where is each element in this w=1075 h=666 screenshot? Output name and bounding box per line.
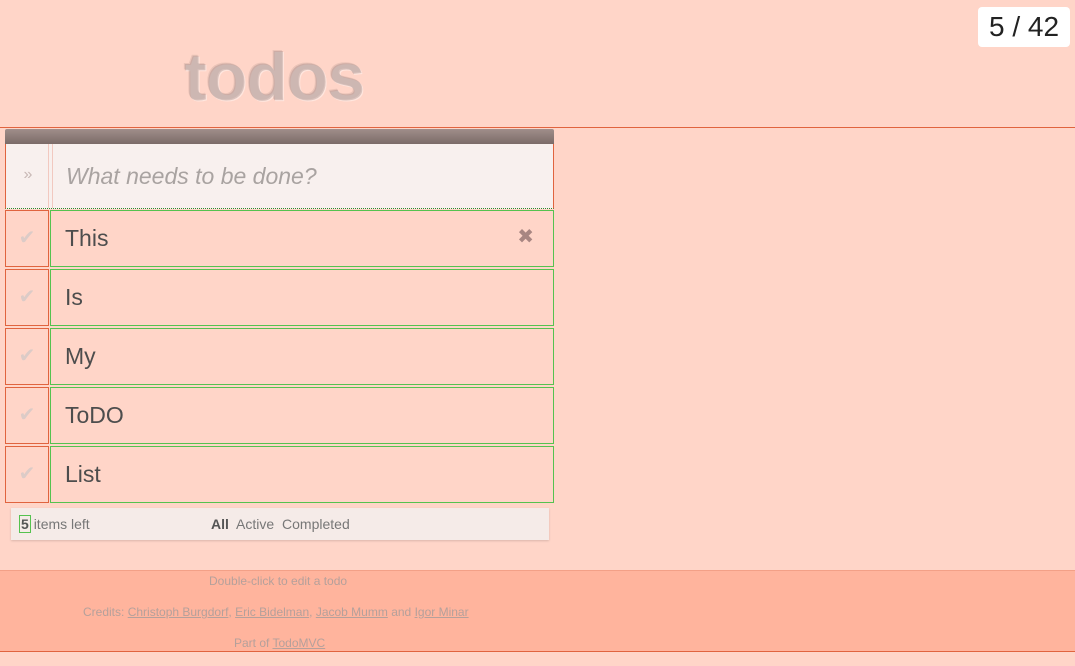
todo-item: ✔ My [5,327,554,386]
checkmark-icon[interactable]: ✔ [5,328,49,385]
filters: All Active Completed [211,516,354,532]
credit-link-igor-minar[interactable]: Igor Minar [415,605,469,619]
new-todo-row: » [5,144,554,209]
todo-label[interactable]: ToDO [50,387,554,444]
checkmark-icon[interactable]: ✔ [5,269,49,326]
todo-label[interactable]: This [50,210,554,267]
todo-label[interactable]: My [50,328,554,385]
new-todo-input[interactable] [60,144,540,208]
todo-item: ✔ Is [5,268,554,327]
credits-separator: , [309,605,313,619]
column-separator [48,144,53,208]
credits-prefix: Credits: [83,605,125,619]
todo-label[interactable]: List [50,446,554,503]
todo-count-number: 5 [19,515,31,533]
todo-count-suffix: items left [33,516,90,532]
double-chevron-down-icon[interactable]: » [18,162,38,188]
part-of-line: Part of TodoMVC [234,636,325,650]
todomvc-link[interactable]: TodoMVC [272,636,325,650]
todo-app: » ✔ This ✖ ✔ Is ✔ My ✔ ToDO ✔ List [5,129,554,504]
filter-all[interactable]: All [211,516,229,532]
info-footer: Double-click to edit a todo Credits: Chr… [0,570,1075,652]
todo-item: ✔ List [5,445,554,504]
credit-link-eric-bidelman[interactable]: Eric Bidelman [235,605,309,619]
todo-label[interactable]: Is [50,269,554,326]
checkmark-icon[interactable]: ✔ [5,446,49,503]
checkmark-icon[interactable]: ✔ [5,210,49,267]
credit-link-christoph-burgdorf[interactable]: Christoph Burgdorf [128,605,229,619]
part-of-prefix: Part of [234,636,270,650]
credits-line: Credits: Christoph Burgdorf, Eric Bidelm… [83,605,469,619]
todo-item: ✔ ToDO [5,386,554,445]
credits-separator: , [228,605,232,619]
credit-link-jacob-mumm[interactable]: Jacob Mumm [316,605,388,619]
slide-counter: 5 / 42 [978,7,1070,47]
todo-item: ✔ This ✖ [5,209,554,268]
app-top-bar [5,129,554,144]
checkmark-icon[interactable]: ✔ [5,387,49,444]
app-title: todos [184,39,365,115]
filter-active[interactable]: Active [236,516,274,532]
edit-hint: Double-click to edit a todo [209,574,348,588]
filter-completed[interactable]: Completed [282,516,350,532]
close-icon[interactable]: ✖ [517,210,534,267]
credits-and: and [391,605,412,619]
header-divider [0,127,1075,128]
todo-count: 5 items left [19,515,90,533]
todo-footer: 5 items left All Active Completed [11,508,549,540]
todo-list: ✔ This ✖ ✔ Is ✔ My ✔ ToDO ✔ List [5,209,554,504]
